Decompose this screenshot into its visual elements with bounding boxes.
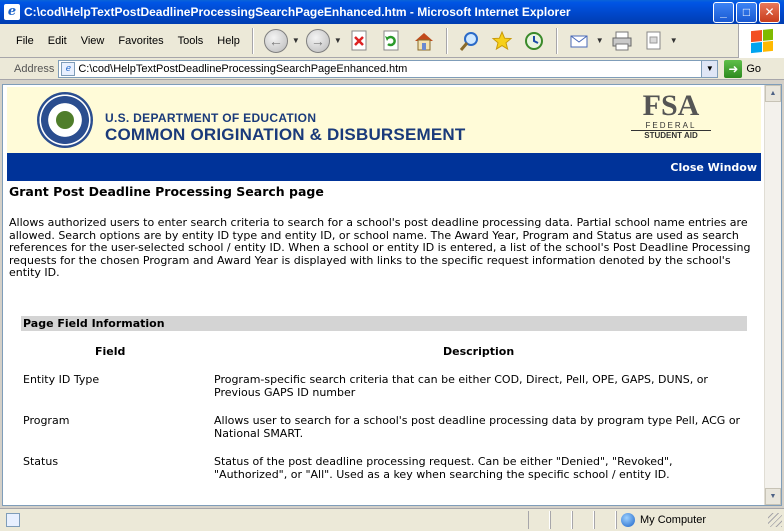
status-cells: My Computer — [528, 511, 768, 529]
home-icon — [414, 32, 433, 50]
chevron-down-icon[interactable]: ▼ — [292, 36, 300, 45]
refresh-button[interactable] — [378, 27, 406, 55]
go-label: Go — [746, 62, 762, 75]
title-bar: e C:\cod\HelpTextPostDeadlineProcessingS… — [0, 0, 784, 24]
toolbar-buttons: ← ▼ → ▼ ▼ ▼ — [262, 27, 678, 55]
address-bar: Address e C:\cod\HelpTextPostDeadlinePro… — [0, 58, 784, 80]
menu-view[interactable]: View — [75, 35, 113, 47]
fsa-federal: FEDERAL — [645, 121, 697, 130]
cod-name: COMMON ORIGINATION & DISBURSEMENT — [105, 125, 466, 144]
menu-edit[interactable]: Edit — [42, 35, 75, 47]
page-icon: e — [61, 61, 76, 76]
edit-page-icon — [646, 31, 661, 49]
field-description: Allows user to search for a school's pos… — [214, 414, 741, 440]
content-frame: U.S. DEPARTMENT OF EDUCATION COMMON ORIG… — [2, 84, 782, 506]
address-input[interactable]: e C:\cod\HelpTextPostDeadlineProcessingS… — [58, 59, 719, 78]
forward-arrow-icon: → — [305, 28, 330, 53]
dept-name: U.S. DEPARTMENT OF EDUCATION — [105, 111, 317, 125]
column-header-field: Field — [95, 345, 126, 358]
go-arrow-icon: ➜ — [724, 59, 743, 78]
go-button[interactable]: ➜ Go — [724, 59, 762, 78]
menu-favorites[interactable]: Favorites — [112, 35, 171, 47]
mail-button[interactable] — [566, 27, 594, 55]
print-icon — [612, 31, 632, 50]
status-cell — [594, 511, 616, 529]
back-arrow-icon: ← — [263, 28, 288, 53]
computer-icon — [621, 513, 635, 527]
address-label: Address — [14, 62, 55, 75]
toolbar-separator — [445, 27, 448, 54]
address-url[interactable]: C:\cod\HelpTextPostDeadlineProcessingSea… — [78, 63, 701, 75]
education-seal-icon — [37, 92, 93, 148]
maximize-button[interactable]: □ — [736, 1, 757, 23]
scroll-up-button[interactable]: ▲ — [765, 85, 781, 102]
history-icon — [524, 31, 543, 50]
status-cell — [572, 511, 594, 529]
stop-button[interactable] — [346, 27, 374, 55]
security-zone: My Computer — [616, 511, 768, 529]
back-button[interactable]: ← — [262, 27, 290, 55]
status-cell — [528, 511, 550, 529]
field-description: Program-specific search criteria that ca… — [214, 373, 708, 399]
chevron-down-icon[interactable]: ▼ — [701, 60, 718, 77]
field-name: Program — [23, 414, 70, 427]
chevron-down-icon[interactable]: ▼ — [596, 36, 604, 45]
search-icon — [459, 31, 478, 51]
ie-icon: e — [4, 4, 20, 20]
mail-icon — [570, 35, 588, 47]
fsa-logo: FSA FEDERAL STUDENT AID — [631, 91, 711, 140]
page-status-icon — [6, 513, 20, 527]
toolbar-separator — [251, 27, 254, 54]
forward-button[interactable]: → — [304, 27, 332, 55]
history-button[interactable] — [520, 27, 548, 55]
status-bar: My Computer — [0, 508, 784, 531]
menu-tools[interactable]: Tools — [172, 35, 212, 47]
chevron-down-icon[interactable]: ▼ — [334, 36, 342, 45]
edit-page-button[interactable] — [640, 27, 668, 55]
menu-file[interactable]: File — [10, 35, 42, 47]
site-header: U.S. DEPARTMENT OF EDUCATION COMMON ORIG… — [7, 87, 761, 153]
home-button[interactable] — [410, 27, 438, 55]
favorites-button[interactable] — [488, 27, 516, 55]
fsa-logo-text: FSA — [642, 89, 700, 122]
nav-bar: Close Window — [7, 153, 761, 181]
zone-label: My Computer — [640, 514, 707, 526]
field-name: Status — [23, 455, 59, 468]
field-description: Status of the post deadline processing r… — [214, 455, 673, 481]
page-description: Allows authorized users to enter search … — [9, 216, 751, 279]
print-button[interactable] — [608, 27, 636, 55]
window-title: C:\cod\HelpTextPostDeadlineProcessingSea… — [24, 5, 571, 19]
close-button[interactable]: ✕ — [759, 1, 780, 23]
windows-logo-icon — [738, 24, 784, 58]
column-header-description: Description — [443, 345, 515, 358]
chevron-down-icon[interactable]: ▼ — [670, 36, 678, 45]
scroll-down-button[interactable]: ▼ — [765, 488, 781, 505]
vertical-scrollbar[interactable]: ▲ ▼ — [764, 85, 781, 505]
close-window-link[interactable]: Close Window — [670, 161, 757, 174]
search-button[interactable] — [456, 27, 484, 55]
help-page: U.S. DEPARTMENT OF EDUCATION COMMON ORIG… — [3, 85, 764, 505]
fsa-student-aid: STUDENT AID — [631, 130, 711, 140]
status-cell — [550, 511, 572, 529]
refresh-icon — [383, 30, 399, 50]
minimize-button[interactable]: _ — [713, 1, 734, 23]
toolbar-separator — [555, 27, 558, 54]
menu-toolbar: File Edit View Favorites Tools Help ← ▼ … — [0, 24, 784, 58]
favorites-star-icon — [491, 30, 513, 50]
stop-icon — [351, 30, 367, 50]
field-name: Entity ID Type — [23, 373, 100, 386]
section-heading: Page Field Information — [21, 316, 747, 331]
resize-grip[interactable] — [768, 513, 782, 527]
page-title: Grant Post Deadline Processing Search pa… — [9, 184, 324, 199]
menu-help[interactable]: Help — [211, 35, 248, 47]
menu-bar: File Edit View Favorites Tools Help — [10, 24, 248, 57]
